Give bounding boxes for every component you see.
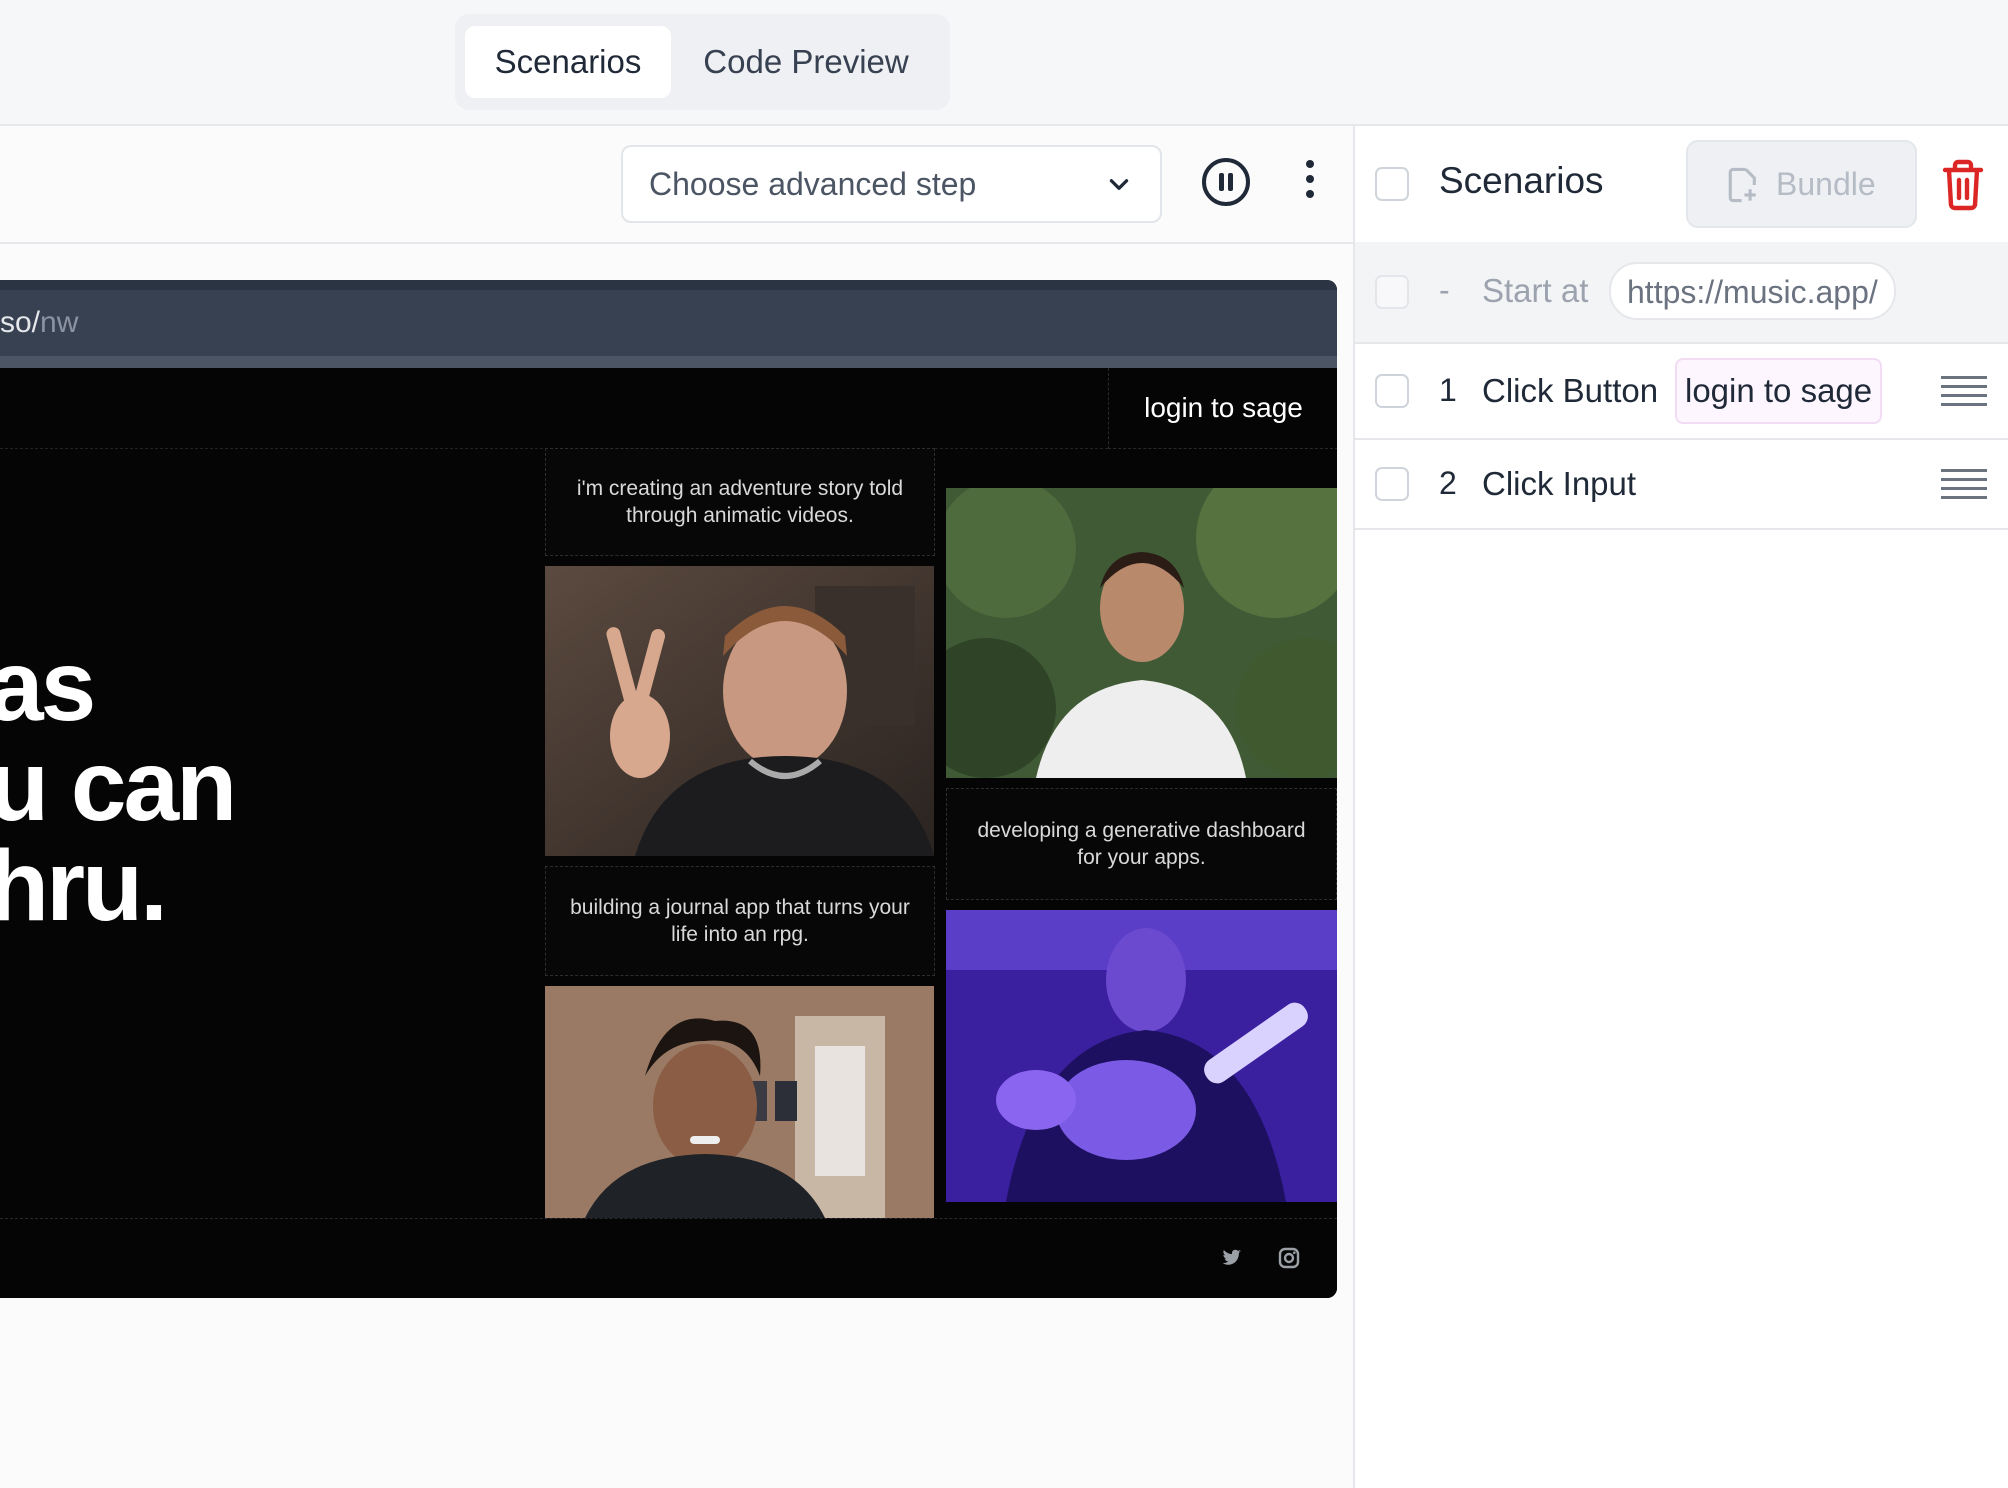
step-number: 1 <box>1439 372 1457 408</box>
step-action-label: Click Button <box>1482 372 1659 409</box>
more-options-icon[interactable] <box>1300 160 1320 206</box>
step-action-label: Click Input <box>1482 465 1637 502</box>
start-step-checkbox <box>1375 275 1409 309</box>
pause-icon[interactable] <box>1202 158 1250 206</box>
preview-panel: Choose advanced step so/nw login to sage… <box>0 126 1353 1488</box>
step-row[interactable]: 1 Click Button login to sage <box>1355 344 2008 440</box>
select-all-checkbox[interactable] <box>1375 167 1409 201</box>
start-url-pill[interactable]: https://music.app/ <box>1609 262 1896 320</box>
top-tab-bar: Scenarios Code Preview <box>0 0 2008 126</box>
caption-card: building a journal app that turns your l… <box>545 866 935 976</box>
browser-url: so/nw <box>0 306 78 340</box>
caption-card: i'm creating an adventure story told thr… <box>545 448 935 556</box>
add-file-icon <box>1728 167 1756 203</box>
start-dash: - <box>1439 272 1450 308</box>
step-checkbox[interactable] <box>1375 467 1409 501</box>
browser-url-bar: so/nw <box>0 280 1337 368</box>
scenarios-panel: Scenarios Bundle - Start at https://musi… <box>1353 126 2008 1488</box>
hero-line-3: hru. <box>0 830 168 942</box>
login-to-sage-link[interactable]: login to sage <box>1108 368 1337 449</box>
tab-scenarios[interactable]: Scenarios <box>465 26 671 98</box>
instagram-icon[interactable] <box>1276 1246 1302 1270</box>
tab-code-preview[interactable]: Code Preview <box>681 26 931 98</box>
video-thumbnail[interactable] <box>946 910 1337 1202</box>
video-thumbnail[interactable] <box>545 566 934 856</box>
advanced-step-select[interactable]: Choose advanced step <box>621 145 1162 223</box>
video-thumbnail[interactable] <box>545 986 934 1218</box>
scenarios-header: Scenarios Bundle <box>1355 126 2008 244</box>
trash-icon[interactable] <box>1939 158 1987 212</box>
twitter-icon[interactable] <box>1218 1246 1244 1270</box>
bundle-label: Bundle <box>1776 166 1876 202</box>
drag-handle-icon[interactable] <box>1941 376 1987 412</box>
video-thumbnail[interactable] <box>946 488 1337 778</box>
step-target-chip[interactable]: login to sage <box>1675 358 1883 424</box>
advanced-step-placeholder: Choose advanced step <box>649 166 977 202</box>
hero-line-2: u can <box>0 730 237 842</box>
start-step-row: - Start at https://music.app/ <box>1355 242 2008 344</box>
drag-handle-icon[interactable] <box>1941 469 1987 505</box>
scenarios-title: Scenarios <box>1439 160 1604 201</box>
url-host: so/ <box>0 306 41 339</box>
view-switcher: Scenarios Code Preview <box>455 14 950 110</box>
step-number: 2 <box>1439 465 1457 501</box>
website-content: login to sage as u can hru. i'm creating… <box>0 368 1337 1298</box>
url-path: nw <box>40 306 79 339</box>
bundle-button[interactable]: Bundle <box>1686 140 1917 228</box>
browser-preview: so/nw login to sage as u can hru. i'm cr… <box>0 280 1337 1298</box>
preview-toolbar: Choose advanced step <box>0 126 1353 244</box>
caption-card: developing a generative dashboard for yo… <box>946 788 1337 900</box>
hero-line-1: as <box>0 630 96 742</box>
chevron-down-icon <box>1109 179 1129 190</box>
hero-heading: as u can hru. <box>0 630 237 942</box>
start-label: Start at <box>1482 272 1589 309</box>
step-checkbox[interactable] <box>1375 374 1409 408</box>
step-row[interactable]: 2 Click Input <box>1355 440 2008 530</box>
